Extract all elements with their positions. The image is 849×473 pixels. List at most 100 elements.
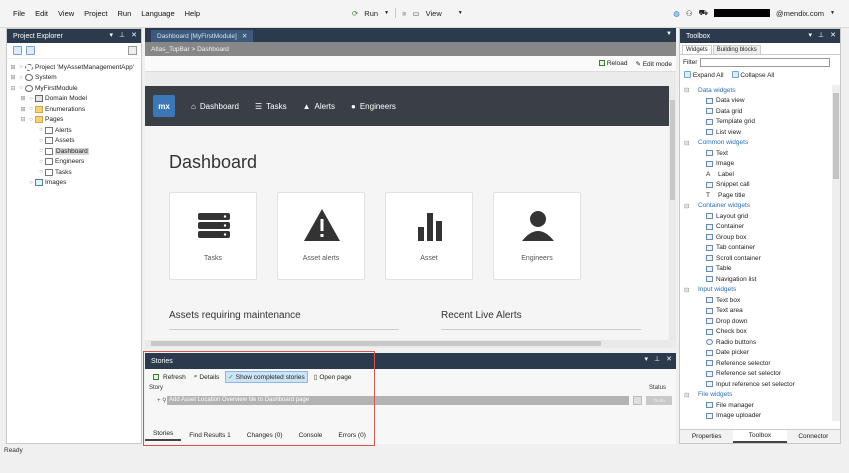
panel-menu-icon[interactable]: ▾	[645, 355, 649, 363]
tile-tasks[interactable]: Tasks	[169, 192, 257, 280]
view-button[interactable]: View	[426, 9, 442, 18]
category-file-widgets[interactable]: ⊟ File widgets	[680, 390, 832, 401]
run-button[interactable]: Run	[364, 9, 378, 18]
reload-button[interactable]: Reload	[598, 60, 627, 67]
widget-drop-down[interactable]: Drop down	[680, 316, 832, 327]
tab-connector[interactable]: Connector	[787, 430, 840, 443]
tab-properties[interactable]: Properties	[680, 430, 733, 443]
scroll-thumb[interactable]	[670, 100, 675, 200]
widget-scroll-container[interactable]: Scroll container	[680, 253, 832, 264]
tile-asset[interactable]: Asset	[385, 192, 473, 280]
menu-run[interactable]: Run	[113, 9, 137, 18]
tabs-dropdown-icon[interactable]: ▼	[666, 31, 672, 37]
tree-item-project[interactable]: ⊞ ○ Project 'MyAssetManagementApp'	[7, 62, 141, 73]
category-container-widgets[interactable]: ⊟ Container widgets	[680, 201, 832, 212]
edit-mode-button[interactable]: ✎ Edit mode	[635, 60, 672, 68]
widget-image-uploader[interactable]: Image uploader	[680, 411, 832, 422]
category-data-widgets[interactable]: ⊟ Data widgets	[680, 85, 832, 96]
widget-check-box[interactable]: Check box	[680, 327, 832, 338]
collapse-icon[interactable]: ⊟	[19, 116, 27, 123]
expand-icon[interactable]: ⊞	[19, 106, 27, 113]
tab-toolbox[interactable]: Toolbox	[733, 430, 787, 443]
widget-text-area[interactable]: Text area	[680, 306, 832, 317]
widget-text-box[interactable]: Text box	[680, 295, 832, 306]
panel-menu-icon[interactable]: ▾	[110, 31, 114, 39]
tree-item-engineers[interactable]: ○ Engineers	[7, 157, 141, 168]
tab-building-blocks[interactable]: Building blocks	[712, 45, 761, 54]
refresh-button[interactable]: Refresh	[151, 373, 188, 382]
tree-item-images[interactable]: ○ Images	[7, 178, 141, 189]
editor-horizontal-scrollbar[interactable]	[145, 340, 669, 347]
widget-image[interactable]: Image	[680, 159, 832, 170]
expand-icon[interactable]: ⊞	[9, 64, 17, 71]
user-email[interactable]: @mendix.com	[776, 9, 824, 18]
widget-data-view[interactable]: Data view	[680, 96, 832, 107]
tree-item-module[interactable]: ⊟ ○ MyFirstModule	[7, 83, 141, 94]
collapse-icon[interactable]: ⊟	[9, 85, 17, 92]
tree-item-alerts[interactable]: ○ Alerts	[7, 125, 141, 136]
globe-icon[interactable]: ◍	[673, 9, 680, 18]
story-detail-icon[interactable]	[633, 396, 642, 405]
tree-item-dashboard[interactable]: ○ Dashboard	[7, 146, 141, 157]
widget-table[interactable]: Table	[680, 264, 832, 275]
expand-icon[interactable]: ⊞	[19, 95, 27, 102]
widget-reference-set-selector[interactable]: Reference set selector	[680, 369, 832, 380]
widget-snippet-call[interactable]: Snippet call	[680, 180, 832, 191]
account-dropdown-icon[interactable]: ▼	[830, 10, 835, 16]
scroll-thumb[interactable]	[151, 341, 601, 346]
collapse-icon[interactable]: ⊟	[684, 286, 694, 294]
tab-dashboard[interactable]: Dashboard [MyFirstModule] ✕	[151, 30, 254, 42]
run-dropdown-icon[interactable]: ▼	[384, 10, 389, 16]
tree-item-pages[interactable]: ⊟ ○ Pages	[7, 115, 141, 126]
share-icon[interactable]: ⚇	[686, 9, 693, 18]
view-icon[interactable]: ▭	[413, 9, 420, 18]
menu-view[interactable]: View	[53, 9, 79, 18]
widget-navigation-list[interactable]: Navigation list	[680, 274, 832, 285]
close-icon[interactable]: ✕	[830, 31, 836, 39]
pin-icon[interactable]: ⊥	[119, 31, 125, 39]
collapse-icon[interactable]: ⊟	[684, 202, 694, 210]
tab-console[interactable]: Console	[291, 432, 331, 439]
story-expand-icon[interactable]: + ⚲	[157, 397, 167, 404]
view-dropdown-icon[interactable]: ▼	[458, 10, 463, 16]
menu-language[interactable]: Language	[136, 9, 179, 18]
panel-menu-icon[interactable]: ▾	[809, 31, 813, 39]
widget-template-grid[interactable]: Template grid	[680, 117, 832, 128]
story-status[interactable]: To-do	[646, 396, 672, 405]
nav-dashboard[interactable]: ⌂ Dashboard	[191, 102, 239, 111]
tab-stories[interactable]: Stories	[145, 430, 182, 441]
close-icon[interactable]: ✕	[666, 355, 672, 363]
widget-layout-grid[interactable]: Layout grid	[680, 211, 832, 222]
widget-list-view[interactable]: List view	[680, 127, 832, 138]
widget-data-grid[interactable]: Data grid	[680, 106, 832, 117]
collapse-icon[interactable]: ⊟	[684, 139, 694, 147]
tile-asset-alerts[interactable]: Asset alerts	[277, 192, 365, 280]
nav-engineers[interactable]: ● Engineers	[351, 102, 396, 111]
open-page-button[interactable]: ▯ Open page	[312, 372, 354, 382]
tree-item-system[interactable]: ⊞ ○ System	[7, 73, 141, 84]
expand-all-icon[interactable]	[13, 46, 22, 55]
widget-input-reference-set-selector[interactable]: Input reference set selector	[680, 379, 832, 390]
collapse-all-icon[interactable]	[26, 46, 35, 55]
close-icon[interactable]: ✕	[131, 31, 137, 39]
widget-radio-buttons[interactable]: Radio buttons	[680, 337, 832, 348]
details-button[interactable]: ⌕ Details	[192, 372, 222, 382]
menu-file[interactable]: File	[8, 9, 30, 18]
widget-file-manager[interactable]: File manager	[680, 400, 832, 411]
pin-icon[interactable]: ⊥	[818, 31, 824, 39]
menu-help[interactable]: Help	[180, 9, 205, 18]
expand-all-button[interactable]: Expand All	[684, 71, 724, 79]
show-completed-toggle[interactable]: ✓ Show completed stories	[225, 371, 308, 383]
nav-tasks[interactable]: ☰ Tasks	[255, 102, 287, 111]
nav-alerts[interactable]: ▲ Alerts	[303, 102, 335, 111]
collapse-icon[interactable]: ⊟	[684, 391, 694, 399]
tile-engineers[interactable]: Engineers	[493, 192, 581, 280]
widget-group-box[interactable]: Group box	[680, 232, 832, 243]
tree-item-assets[interactable]: ○ Assets	[7, 136, 141, 147]
widget-text[interactable]: Text	[680, 148, 832, 159]
collapse-all-button[interactable]: Collapse All	[731, 71, 774, 79]
expand-icon[interactable]: ⊞	[9, 74, 17, 81]
widget-label[interactable]: A Label	[680, 169, 832, 180]
category-common-widgets[interactable]: ⊟ Common widgets	[680, 138, 832, 149]
menu-edit[interactable]: Edit	[30, 9, 53, 18]
